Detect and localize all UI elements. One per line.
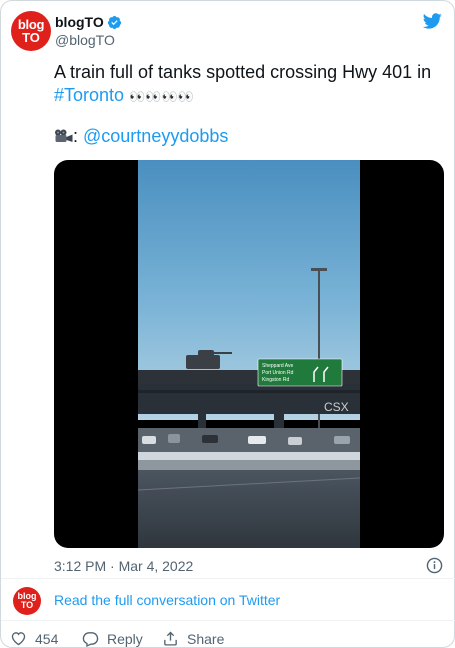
hashtag-link[interactable]: #Toronto [54, 85, 124, 105]
name-row[interactable]: blogTO [55, 13, 122, 31]
tweet-header: blog TO blogTO @blogTO [11, 11, 445, 51]
video-frame[interactable]: CSX Sheppard Ave Port Union Rd Kingston … [138, 160, 360, 548]
reply-label: Reply [107, 630, 143, 647]
like-button[interactable]: 454 [10, 630, 58, 647]
share-icon [164, 631, 177, 646]
conversation-row[interactable]: blog TO Read the full conversation on Tw… [1, 578, 455, 618]
display-name[interactable]: blogTO [55, 14, 104, 30]
mention-link[interactable]: @courtneyydobbs [83, 126, 228, 146]
tweet-timestamp[interactable]: 3:12 PM · Mar 4, 2022 [54, 558, 193, 574]
user-handle[interactable]: @blogTO [55, 32, 115, 48]
avatar-small-text-bottom: TO [20, 600, 34, 610]
svg-text:Sheppard Ave: Sheppard Ave [262, 363, 294, 369]
tweet-text: A train full of tanks spotted crossing H… [54, 61, 444, 108]
reply-button[interactable]: Reply [82, 630, 143, 647]
svg-text:Kingston Rd: Kingston Rd [262, 377, 289, 383]
barrier [138, 460, 360, 470]
svg-text:Port Union Rd: Port Union Rd [262, 370, 294, 376]
share-label: Share [187, 630, 225, 647]
credit-colon: : [73, 126, 84, 146]
video-player[interactable]: CSX Sheppard Ave Port Union Rd Kingston … [54, 160, 444, 548]
highway-road [138, 470, 360, 548]
video-credit: : @courtneyydobbs [54, 125, 228, 148]
light-pole [318, 270, 320, 440]
verified-badge-icon [107, 15, 121, 29]
share-button[interactable]: Share [162, 630, 224, 647]
avatar[interactable]: blog TO [11, 11, 51, 51]
eyes-emoji: 👀👀👀👀 [129, 89, 194, 104]
action-bar: 454 Reply Share [1, 620, 455, 648]
movie-camera-icon [55, 129, 73, 142]
avatar-small[interactable]: blog TO [13, 587, 41, 615]
tweet-card: blog TO blogTO @blogTO A train full of t… [0, 0, 455, 648]
rail-mark: CSX [324, 400, 349, 414]
heart-icon [11, 632, 26, 646]
avatar-text-bottom: TO [22, 30, 40, 45]
tweet-text-line-2: #Toronto 👀👀👀👀 [54, 84, 444, 108]
reply-icon [82, 632, 99, 647]
tweet-text-line-1: A train full of tanks spotted crossing H… [54, 62, 432, 82]
tank [186, 355, 220, 369]
twitter-bird-icon[interactable] [421, 11, 443, 31]
read-conversation-link[interactable]: Read the full conversation on Twitter [54, 592, 280, 608]
info-icon[interactable] [426, 557, 443, 574]
like-count: 454 [35, 630, 59, 647]
